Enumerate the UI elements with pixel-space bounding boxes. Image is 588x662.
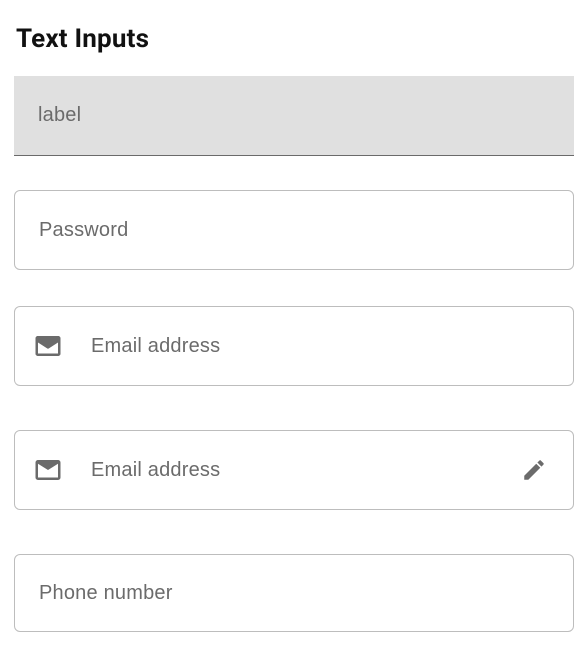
label-field-container <box>14 76 574 156</box>
mail-icon <box>33 331 63 361</box>
mail-icon <box>33 455 63 485</box>
email-edit-input[interactable] <box>89 431 511 509</box>
phone-input[interactable] <box>37 555 555 631</box>
section-title: Text Inputs <box>16 24 574 54</box>
pencil-edit-icon[interactable] <box>519 455 549 485</box>
email-field-container <box>14 306 574 386</box>
email-edit-field-container <box>14 430 574 510</box>
phone-field-container <box>14 554 574 632</box>
password-field-container <box>14 190 574 270</box>
label-input[interactable] <box>36 76 556 155</box>
email-input[interactable] <box>89 307 555 385</box>
password-input[interactable] <box>37 191 555 269</box>
